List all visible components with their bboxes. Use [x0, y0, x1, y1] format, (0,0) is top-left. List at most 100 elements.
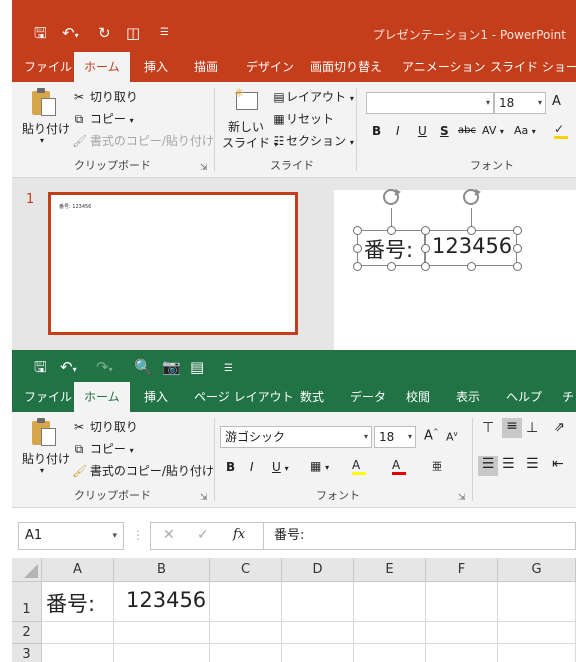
cell-f1[interactable]	[426, 582, 498, 622]
layout-button[interactable]: ▤レイアウト ▾	[272, 88, 354, 105]
text-orientation-icon[interactable]: ⇗	[554, 420, 565, 435]
column-header-d[interactable]: D	[282, 558, 354, 582]
paste-dropdown-icon[interactable]: ▾	[40, 136, 44, 145]
form-icon[interactable]: ▤	[190, 358, 204, 376]
tab-file[interactable]: ファイル	[24, 382, 72, 412]
cell-g2[interactable]	[498, 622, 576, 644]
tab-transitions[interactable]: 画面切り替え	[310, 52, 382, 82]
underline-button[interactable]: U	[418, 124, 427, 138]
resize-handle[interactable]	[421, 244, 430, 253]
tab-draw[interactable]: 描画	[194, 52, 218, 82]
char-spacing-button[interactable]: AV ▾	[482, 124, 504, 137]
tab-animations[interactable]: アニメーション	[402, 52, 486, 82]
cell-b3[interactable]	[114, 644, 210, 662]
grow-font-button[interactable]: A	[552, 94, 561, 109]
cell-f3[interactable]	[426, 644, 498, 662]
cell-f2[interactable]	[426, 622, 498, 644]
paste-icon[interactable]	[32, 418, 58, 446]
resize-handle[interactable]	[513, 244, 522, 253]
repeat-icon[interactable]: ↻	[98, 24, 111, 42]
cell-d3[interactable]	[282, 644, 354, 662]
cell-e1[interactable]	[354, 582, 426, 622]
clipboard-launcher-icon[interactable]: ⇲	[200, 493, 208, 503]
select-all-button[interactable]	[12, 558, 42, 582]
resize-handle[interactable]	[467, 226, 476, 235]
column-header-a[interactable]: A	[42, 558, 114, 582]
formula-input[interactable]: 番号:	[264, 522, 576, 550]
column-header-c[interactable]: C	[210, 558, 282, 582]
format-painter-button[interactable]: 🖌 書式のコピー/貼り付け	[72, 132, 214, 149]
strikethrough-button[interactable]: abc	[458, 125, 476, 136]
cell-a1[interactable]: 番号:	[42, 582, 114, 622]
redo-icon[interactable]: ↷▾	[96, 358, 113, 379]
customize-qat-icon[interactable]: ☰	[224, 360, 233, 378]
row-header-2[interactable]: 2	[12, 622, 42, 644]
print-preview-icon[interactable]: 🔍	[134, 358, 153, 376]
change-case-button[interactable]: Aa ▾	[514, 124, 536, 137]
tab-help[interactable]: ヘルプ	[506, 382, 542, 412]
tab-review[interactable]: 校閲	[406, 382, 430, 412]
name-box[interactable]: A1 ▾	[18, 522, 124, 550]
tab-truncated[interactable]: チ	[562, 382, 574, 412]
underline-button[interactable]: U ▾	[272, 460, 289, 474]
cell-g3[interactable]	[498, 644, 576, 662]
tab-design[interactable]: デザイン	[246, 52, 294, 82]
new-slide-label-1[interactable]: 新しい	[228, 118, 264, 135]
align-bottom-icon[interactable]: ⊥	[526, 420, 538, 436]
tab-home[interactable]: ホーム	[74, 52, 130, 82]
tab-home[interactable]: ホーム	[74, 382, 130, 412]
cut-button[interactable]: ✂ 切り取り	[72, 418, 138, 435]
tab-insert[interactable]: 挿入	[144, 52, 168, 82]
cell-d2[interactable]	[282, 622, 354, 644]
tab-page-layout[interactable]: ページ レイアウト	[194, 382, 294, 412]
cut-button[interactable]: ✂ 切り取り	[72, 88, 138, 105]
paste-dropdown-icon[interactable]: ▾	[40, 466, 44, 475]
resize-handle[interactable]	[421, 226, 430, 235]
insert-function-icon[interactable]: fx	[233, 527, 245, 542]
resize-handle[interactable]	[513, 262, 522, 271]
column-header-b[interactable]: B	[114, 558, 210, 582]
cell-e3[interactable]	[354, 644, 426, 662]
font-launcher-icon[interactable]: ⇲	[458, 493, 466, 503]
paste-icon[interactable]	[32, 88, 58, 116]
save-icon[interactable]: 🖫	[34, 358, 47, 376]
font-size-box[interactable]: 18 ▾	[374, 426, 416, 448]
save-icon[interactable]: 🖫	[34, 24, 47, 42]
column-header-g[interactable]: G	[498, 558, 576, 582]
cell-c3[interactable]	[210, 644, 282, 662]
grow-font-icon[interactable]: A^	[424, 428, 439, 443]
resize-handle[interactable]	[387, 226, 396, 235]
font-name-box[interactable]: 游ゴシック ▾	[220, 426, 372, 448]
tab-formulas[interactable]: 数式	[300, 382, 324, 412]
font-color-icon[interactable]: A	[392, 458, 406, 475]
shadow-button[interactable]: S	[440, 124, 449, 138]
new-slide-button[interactable]: スライド ▾	[222, 134, 278, 151]
new-slide-icon[interactable]: ✳	[234, 86, 260, 114]
tab-file[interactable]: ファイル	[24, 52, 72, 82]
indent-icon[interactable]: ⇤	[552, 456, 564, 472]
cell-a2[interactable]	[42, 622, 114, 644]
bold-button[interactable]: B	[226, 460, 235, 474]
copy-button[interactable]: ⧉ コピー ▾	[72, 110, 134, 127]
resize-handle[interactable]	[513, 226, 522, 235]
resize-handle[interactable]	[353, 262, 362, 271]
enter-icon[interactable]: ✓	[197, 527, 209, 543]
cell-c1[interactable]	[210, 582, 282, 622]
resize-handle[interactable]	[353, 226, 362, 235]
italic-button[interactable]: I	[250, 460, 254, 474]
format-painter-button[interactable]: 🖌 書式のコピー/貼り付け	[72, 462, 214, 479]
reset-button[interactable]: ▦リセット	[272, 110, 334, 127]
copy-button[interactable]: ⧉ コピー ▾	[72, 440, 134, 457]
align-middle-icon[interactable]: ≡	[502, 418, 522, 438]
paste-button[interactable]: 貼り付け	[22, 450, 70, 467]
column-header-f[interactable]: F	[426, 558, 498, 582]
row-header-1[interactable]: 1	[12, 582, 42, 622]
rotate-handle-icon[interactable]	[380, 186, 402, 208]
align-center-icon[interactable]: ☰	[502, 456, 515, 472]
font-size-box[interactable]: 18 ▾	[494, 92, 546, 114]
clipboard-launcher-icon[interactable]: ⇲	[200, 163, 208, 173]
drag-handle-icon[interactable]: ⋮	[132, 528, 144, 542]
tab-view[interactable]: 表示	[456, 382, 480, 412]
undo-icon[interactable]: ↶▾	[62, 24, 79, 45]
cell-e2[interactable]	[354, 622, 426, 644]
